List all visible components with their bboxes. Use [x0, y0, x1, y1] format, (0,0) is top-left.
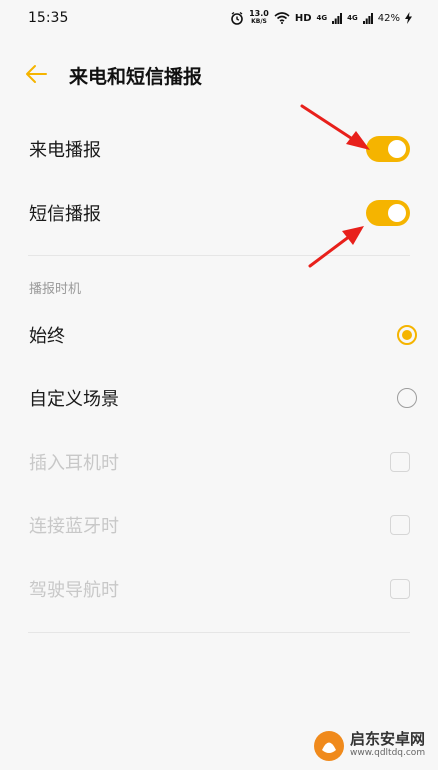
status-icons: 13.0 KB/S HD 4G 4G 42%	[230, 10, 412, 26]
radio-label: 自定义场景	[29, 389, 119, 410]
signal-bars-icon	[332, 12, 343, 24]
signal-bars-icon	[362, 12, 373, 24]
hd-badge: HD	[294, 12, 312, 24]
checkbox-label: 驾驶导航时	[29, 580, 119, 601]
wifi-icon	[274, 12, 290, 24]
watermark: 启东安卓网 www.qdltdq.com	[312, 726, 436, 766]
watermark-url: www.qdltdq.com	[350, 748, 426, 758]
page-title: 来电和短信播报	[69, 66, 203, 88]
radio-row-custom[interactable]: 自定义场景	[0, 370, 438, 426]
network-speed: 13.0 KB/S	[249, 9, 269, 26]
headphones-checkbox	[390, 452, 410, 472]
checkbox-label: 连接蓝牙时	[29, 516, 119, 537]
watermark-logo-icon	[314, 731, 344, 761]
charging-bolt-icon	[405, 12, 412, 24]
back-arrow-icon[interactable]	[24, 62, 50, 86]
status-time: 15:35	[28, 10, 69, 26]
radio-label: 始终	[29, 326, 65, 347]
toggle-knob	[388, 204, 406, 222]
status-bar: 15:35 13.0 KB/S HD 4G 4G 42%	[0, 0, 438, 36]
page-header: 来电和短信播报	[0, 52, 438, 96]
divider	[28, 255, 410, 256]
alarm-icon	[231, 11, 243, 25]
driving-checkbox	[390, 579, 410, 599]
checkbox-row-driving: 驾驶导航时	[0, 561, 438, 617]
checkbox-row-headphones: 插入耳机时	[0, 434, 438, 490]
radio-row-always[interactable]: 始终	[0, 307, 438, 363]
checkbox-row-bluetooth: 连接蓝牙时	[0, 497, 438, 553]
toggle-label: 来电播报	[29, 140, 101, 161]
section-title: 播报时机	[29, 282, 82, 297]
toggle-label: 短信播报	[29, 204, 101, 225]
signal-4g-1: 4G	[316, 14, 328, 22]
battery-level: 42%	[377, 12, 400, 24]
watermark-name: 启东安卓网	[350, 730, 426, 748]
bluetooth-checkbox	[390, 515, 410, 535]
checkbox-label: 插入耳机时	[29, 453, 119, 474]
always-radio[interactable]	[397, 325, 417, 345]
toggle-row-call[interactable]: 来电播报	[0, 121, 438, 177]
toggle-row-sms[interactable]: 短信播报	[0, 185, 438, 241]
call-announce-toggle[interactable]	[366, 136, 410, 162]
divider	[28, 632, 410, 633]
custom-scene-radio[interactable]	[397, 388, 417, 408]
signal-4g-2: 4G	[347, 14, 358, 22]
toggle-knob	[388, 140, 406, 158]
sms-announce-toggle[interactable]	[366, 200, 410, 226]
